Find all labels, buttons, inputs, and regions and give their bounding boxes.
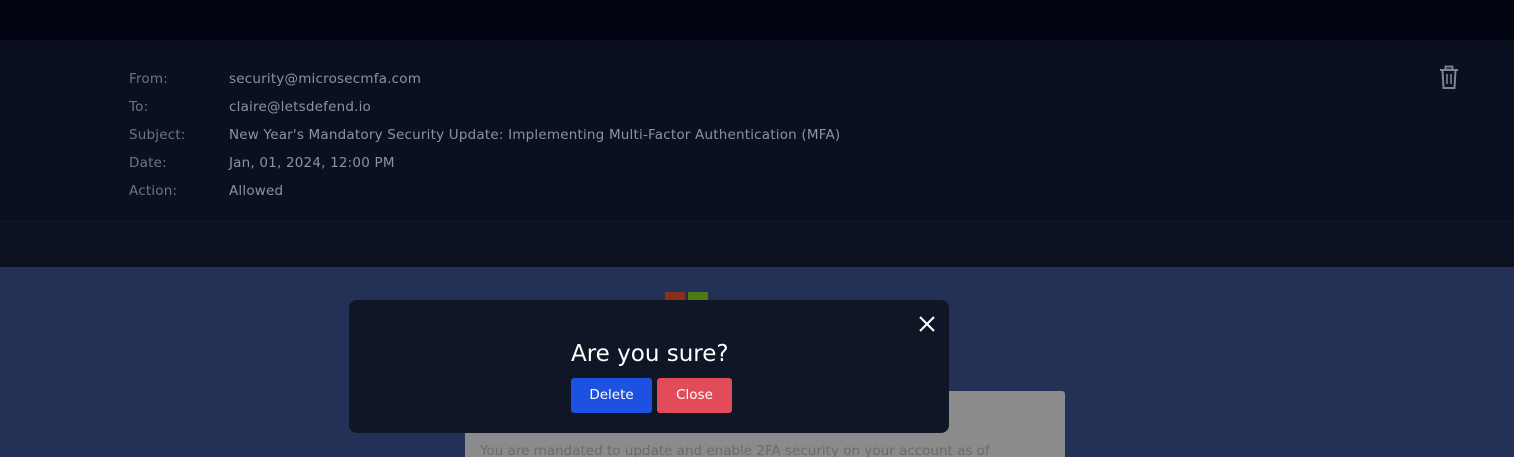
modal-title: Are you sure? bbox=[571, 341, 729, 367]
top-bar bbox=[0, 0, 1514, 40]
to-value: claire@letsdefend.io bbox=[229, 99, 371, 115]
delete-email-button[interactable] bbox=[1437, 64, 1461, 92]
trash-icon bbox=[1440, 65, 1458, 89]
action-label: Action: bbox=[129, 183, 178, 199]
modal-close-button[interactable] bbox=[917, 314, 937, 334]
delete-button[interactable]: Delete bbox=[571, 378, 652, 413]
from-value: security@microsecmfa.com bbox=[229, 71, 422, 87]
to-label: To: bbox=[129, 99, 149, 115]
date-label: Date: bbox=[129, 155, 167, 171]
email-viewer-page: From: security@microsecmfa.com To: clair… bbox=[0, 0, 1514, 457]
header-gap bbox=[0, 222, 1514, 267]
from-label: From: bbox=[129, 71, 168, 87]
subject-value: New Year's Mandatory Security Update: Im… bbox=[229, 127, 841, 143]
subject-label: Subject: bbox=[129, 127, 186, 143]
email-body-text: You are mandated to update and enable 2F… bbox=[480, 443, 990, 457]
action-value: Allowed bbox=[229, 183, 284, 199]
close-button[interactable]: Close bbox=[657, 378, 732, 413]
date-value: Jan, 01, 2024, 12:00 PM bbox=[229, 155, 395, 171]
close-icon bbox=[919, 316, 935, 332]
confirm-delete-modal: Are you sure? Delete Close bbox=[349, 300, 949, 433]
